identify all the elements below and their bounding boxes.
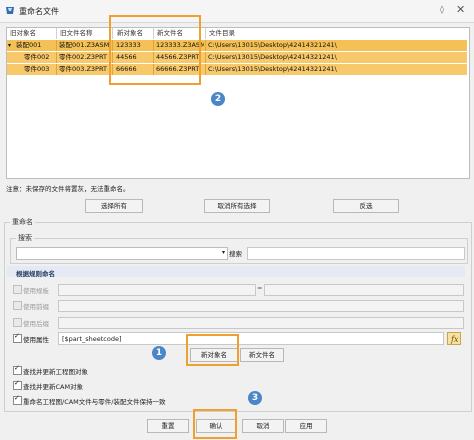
row-old-file: 零件002.Z3PRT [59, 53, 107, 61]
rule-section-title: 根据规则命名 [16, 270, 55, 278]
row-old-file: 装配001.Z3ASM [59, 41, 110, 49]
suffix-input[interactable] [58, 317, 464, 329]
collapse-toggle-icon[interactable]: ▾ [8, 40, 11, 51]
attribute-value: [$part_sheetcode] [62, 335, 122, 343]
use-attribute-checkbox[interactable] [13, 332, 22, 343]
template-value-input[interactable] [264, 284, 464, 296]
use-prefix-checkbox[interactable] [13, 301, 22, 310]
keep-consistent-label: 重命名工程图/CAM文件与零件/装配文件保持一致 [23, 398, 166, 406]
use-suffix-label: 使用后缀 [23, 320, 49, 328]
row-directory: C:\Users\13015\Desktop\42414321241\ [208, 41, 337, 49]
new-name-columns-callout [109, 15, 201, 85]
new-object-name-callout [186, 334, 239, 366]
search-group-label: 搜索 [16, 233, 34, 243]
select-all-button[interactable]: 选择所有 [85, 199, 143, 213]
app-logo-icon [6, 7, 14, 14]
prefix-input[interactable] [58, 300, 464, 312]
search-input[interactable] [247, 247, 465, 260]
column-header-directory[interactable]: 文件目录 [209, 28, 235, 39]
chevron-down-icon: ▾ [221, 249, 225, 256]
marker-1: 1 [152, 346, 166, 360]
row-old-file: 零件003.Z3PRT [59, 65, 107, 73]
apply-button[interactable]: 应用 [285, 419, 327, 433]
help-icon[interactable]: ◊ [440, 5, 444, 14]
row-directory: C:\Users\13015\Desktop\42414321241\ [208, 65, 337, 73]
search-button[interactable]: 搜索 [229, 248, 242, 258]
use-attribute-label: 使用属性 [23, 336, 49, 344]
new-file-name-button[interactable]: 新文件名 [240, 348, 284, 362]
cancel-button[interactable]: 取消 [242, 419, 284, 433]
cell-divider [205, 64, 206, 75]
use-suffix-checkbox[interactable] [13, 318, 22, 327]
template-input[interactable] [58, 284, 256, 296]
use-template-label: 使用规板 [23, 287, 49, 295]
attribute-input[interactable]: [$part_sheetcode] [58, 332, 444, 345]
marker-3: 3 [248, 391, 262, 405]
equals-sign: = [257, 284, 263, 292]
close-icon[interactable]: ✕ [456, 3, 465, 16]
rule-section-header [7, 266, 465, 277]
row-old-object: 零件002 [24, 53, 50, 61]
column-header-old-object[interactable]: 旧对象名 [10, 28, 36, 39]
deselect-all-button[interactable]: 取消所有选择 [204, 199, 270, 213]
svg-text:fx: fx [450, 335, 459, 344]
cell-divider [56, 64, 57, 75]
update-cam-checkbox[interactable] [13, 379, 22, 390]
keep-consistent-checkbox[interactable] [13, 394, 22, 405]
function-icon: fx [450, 335, 459, 344]
use-prefix-label: 使用前缀 [23, 303, 49, 311]
marker-2: 2 [211, 92, 225, 106]
cell-divider [205, 52, 206, 63]
row-old-object: 装配001 [16, 41, 42, 49]
header-divider [205, 28, 206, 39]
update-drawing-label: 查找并更新工程图对象 [23, 368, 88, 376]
invert-selection-button[interactable]: 反选 [333, 199, 399, 213]
update-cam-label: 查找并更新CAM对象 [23, 383, 84, 391]
cell-divider [56, 40, 57, 51]
cell-divider [205, 40, 206, 51]
attribute-picker-button[interactable]: fx [447, 332, 461, 345]
reset-button[interactable]: 重置 [147, 419, 189, 433]
use-template-checkbox[interactable] [13, 285, 22, 294]
column-header-old-file[interactable]: 旧文件名称 [60, 28, 93, 39]
confirm-button-callout [193, 409, 237, 439]
note-text: 注意：未保存的文件将置灰，无法重命名。 [6, 185, 130, 193]
update-drawing-checkbox[interactable] [13, 364, 22, 375]
row-directory: C:\Users\13015\Desktop\42414321241\ [208, 53, 337, 61]
header-divider [56, 28, 57, 39]
row-old-object: 零件003 [24, 65, 50, 73]
search-field-select[interactable]: ▾ [16, 247, 228, 260]
cell-divider [56, 52, 57, 63]
rename-group-label: 重命名 [10, 217, 35, 227]
window-title: 重命名文件 [19, 7, 59, 16]
title-bar [0, 0, 474, 23]
